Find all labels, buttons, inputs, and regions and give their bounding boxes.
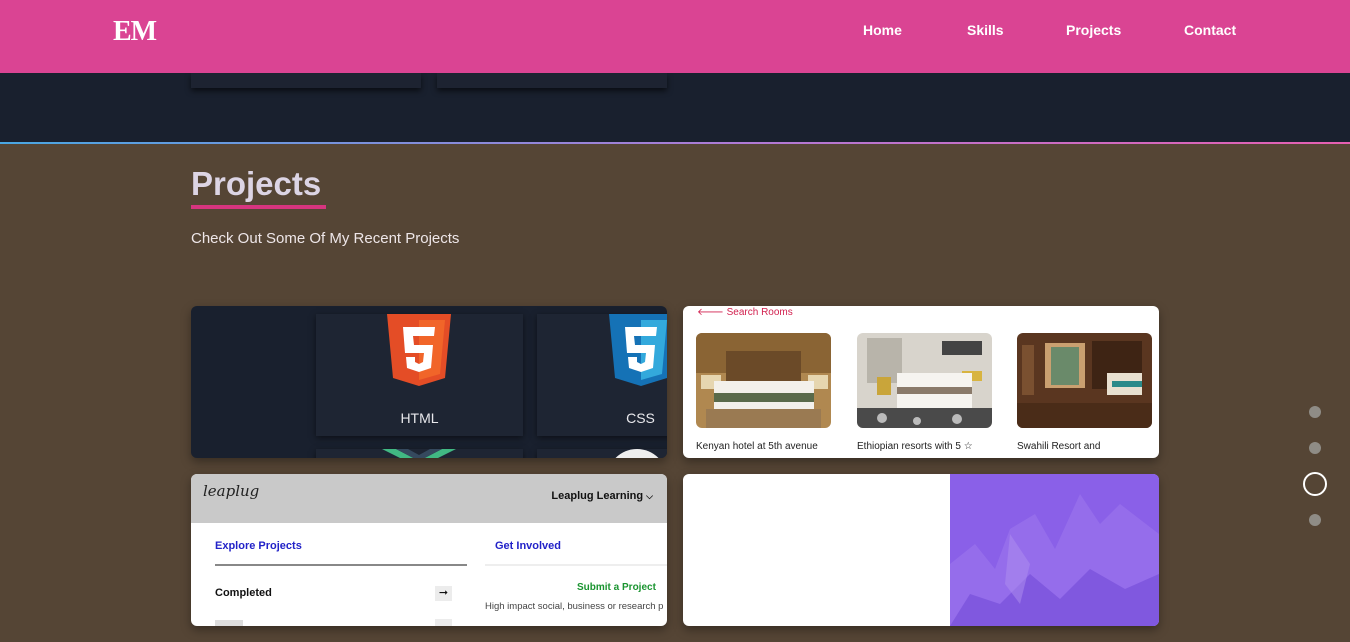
skill-label: CSS <box>626 410 655 426</box>
section-title: Projects <box>191 165 322 202</box>
room-image-ethiopian[interactable] <box>857 333 992 428</box>
hero-image <box>950 474 1159 626</box>
list-item-clipped <box>215 620 243 626</box>
section-divider <box>0 142 1350 144</box>
room-caption: Kenyan hotel at 5th avenue <box>696 441 818 452</box>
submit-project-link[interactable]: Submit a Project <box>577 582 656 593</box>
submit-description: High impact social, business or research… <box>485 601 664 612</box>
arrow-left-icon: 🡐 <box>697 307 724 318</box>
search-rooms-link[interactable]: 🡐 Search Rooms <box>697 306 793 318</box>
skill-tile-html: HTML <box>316 314 523 436</box>
skill-tile <box>537 449 667 458</box>
search-rooms-label: Search Rooms <box>726 307 793 318</box>
section-dot-home[interactable] <box>1309 406 1321 418</box>
section-dot-contact[interactable] <box>1309 514 1321 526</box>
nav-link-home[interactable]: Home <box>863 22 902 38</box>
site-logo[interactable]: EM <box>113 16 157 48</box>
nav-link-skills[interactable]: Skills <box>967 22 1004 38</box>
tab-get-involved[interactable]: Get Involved <box>495 540 561 552</box>
skill-label: HTML <box>400 410 439 426</box>
skill-card-bottom <box>191 73 421 88</box>
room-caption: Swahili Resort and <box>1017 441 1101 452</box>
project-card-landing[interactable] <box>683 474 1159 626</box>
leaplug-brand-label: Leaplug Learning <box>551 490 644 502</box>
html5-icon <box>387 314 451 386</box>
skill-tile-css: CSS <box>537 314 667 436</box>
title-underline <box>191 205 326 209</box>
project-card-portfolio[interactable]: HTML CSS <box>191 306 667 458</box>
section-subtitle: Check Out Some Of My Recent Projects <box>191 230 460 247</box>
tab-divider <box>485 564 667 566</box>
skill-logo-icon <box>607 449 667 458</box>
skill-tile-vue <box>316 449 523 458</box>
navbar: EM Home Skills Projects Contact <box>0 0 1350 73</box>
row-completed[interactable]: Completed <box>215 587 272 599</box>
skill-card-bottom <box>437 73 667 88</box>
nav-link-projects[interactable]: Projects <box>1066 22 1121 38</box>
chevron-down-icon: ⌵ <box>646 491 653 501</box>
leaplug-brand-menu[interactable]: Leaplug Learning ⌵ <box>551 490 653 502</box>
room-caption: Ethiopian resorts with 5 ☆ <box>857 441 973 452</box>
section-dot-projects-active[interactable] <box>1303 472 1327 496</box>
arrow-right-icon[interactable] <box>435 619 452 626</box>
tab-explore-projects[interactable]: Explore Projects <box>215 540 302 552</box>
vue-icon <box>382 449 456 458</box>
room-image-kenyan[interactable] <box>696 333 831 428</box>
project-card-leaplug[interactable]: leaplug Leaplug Learning ⌵ Explore Proje… <box>191 474 667 626</box>
leaplug-logo: leaplug <box>203 482 260 500</box>
leaplug-header: leaplug Leaplug Learning ⌵ <box>191 474 667 523</box>
tab-underline <box>215 564 467 566</box>
nav-link-contact[interactable]: Contact <box>1184 22 1236 38</box>
section-dot-skills[interactable] <box>1309 442 1321 454</box>
css3-icon <box>609 314 667 386</box>
project-card-hotel[interactable]: 🡐 Search Rooms Kenyan hotel at 5th avenu… <box>683 306 1159 458</box>
arrow-right-icon[interactable]: ➞ <box>435 586 452 601</box>
room-image-swahili[interactable] <box>1017 333 1152 428</box>
